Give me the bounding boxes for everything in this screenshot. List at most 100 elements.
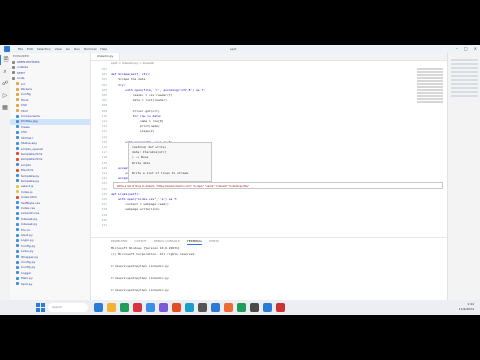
menu-view[interactable]: View <box>55 47 62 51</box>
tree-item-label: outside <box>17 65 29 70</box>
panel-tab-terminal[interactable]: TERMINAL <box>186 238 203 245</box>
taskbar-app-icon[interactable] <box>198 303 207 312</box>
file-icon <box>16 109 19 113</box>
taskbar-app-icon[interactable] <box>146 303 155 312</box>
menu-run[interactable]: Run <box>74 47 80 51</box>
file-icon <box>16 228 19 232</box>
tree-item-label: template.html <box>21 157 43 162</box>
file-icon <box>16 184 19 188</box>
tree-item-label: node <box>17 76 25 81</box>
file-icon <box>16 174 19 178</box>
file-icon <box>16 222 19 226</box>
run-debug-icon[interactable]: ▷ <box>0 91 10 101</box>
terminal-output[interactable]: Microsoft Windows [Version 10.0.22631] (c… <box>91 245 447 293</box>
windows-start-icon[interactable] <box>36 303 45 312</box>
tree-item-label: template.html <box>21 151 43 156</box>
file-icon <box>16 125 19 129</box>
tree-item-label: Profiles.jpg <box>21 119 38 124</box>
tree-item-label: OPEN EDITORS <box>17 60 40 64</box>
extensions-icon[interactable]: ▦ <box>0 103 10 113</box>
panel-tab-ports[interactable]: PORTS <box>209 238 219 245</box>
file-icon <box>16 271 19 275</box>
taskbar-app-icon[interactable] <box>250 303 259 312</box>
file-icon <box>16 249 19 253</box>
breadcrumb[interactable]: spot > linkedin.py > linkedin <box>91 61 447 66</box>
tree-item-label: CSV <box>21 103 28 108</box>
source-control-icon[interactable]: ☍ <box>0 79 10 89</box>
tree-item-label: Login.py <box>21 238 34 243</box>
editor-tab-active[interactable]: linkedin.py <box>91 53 121 60</box>
file-icon <box>16 119 19 123</box>
clock-date: 11/6/2024 <box>458 307 474 311</box>
file-icon <box>16 244 19 248</box>
desktop-screen: File Edit Selection View Go Run Terminal… <box>0 45 480 315</box>
inline-hint-strip: Write a list of lines to stream. "https:… <box>113 182 443 189</box>
file-icon <box>16 98 19 102</box>
tree-item-label: Components <box>21 114 40 119</box>
file-icon <box>16 201 19 205</box>
tree-item-label: Pro.cs <box>21 227 30 232</box>
file-tree: OPEN EDITORS outside SPOT node src Parsers Con… <box>10 60 90 287</box>
tree-item-label: Index.html <box>21 195 38 200</box>
system-tray[interactable]: 1:44 11/6/2024 <box>459 302 474 312</box>
menu-selection[interactable]: Selection <box>37 47 51 51</box>
taskbar-app-icon[interactable] <box>263 303 272 312</box>
panel-tab-debug-console[interactable]: DEBUG CONSOLE <box>154 238 180 245</box>
tree-item-label: CSV <box>21 130 28 135</box>
close-icon[interactable]: × <box>474 46 477 51</box>
explorer-header: EXPLORER <box>13 54 29 58</box>
minimize-icon[interactable]: – <box>456 46 458 51</box>
menu-terminal[interactable]: Terminal <box>84 47 97 51</box>
tree-item-label: scripts <box>21 162 31 167</box>
hover-tooltip: (method) def write( data: Iterable[str])… <box>128 142 212 182</box>
taskbar-app-icon[interactable] <box>185 303 194 312</box>
tree-item-label: Config.py <box>21 265 36 270</box>
terminal-line: C:\Users\spot>python linkedin.py <box>111 288 169 292</box>
tree-item-label: template.py <box>21 173 40 178</box>
file-icon <box>16 233 19 237</box>
search-icon[interactable]: ⌕ <box>0 67 10 77</box>
tree-item[interactable]: Spot.py <box>10 282 90 287</box>
minimap[interactable] <box>417 67 443 127</box>
tree-item-label: Interest.py <box>21 222 38 227</box>
file-icon <box>16 82 19 86</box>
menu-go[interactable]: Go <box>66 47 70 51</box>
panel-tab-output[interactable]: OUTPUT <box>134 238 146 245</box>
file-icon <box>16 163 19 167</box>
code-line: data = list(reader) <box>111 98 167 103</box>
taskbar-app-icon[interactable] <box>107 303 116 312</box>
menu-help[interactable]: Help <box>100 47 107 51</box>
taskbar-app-icon[interactable] <box>211 303 220 312</box>
taskbar-app-icon[interactable] <box>94 303 103 312</box>
menu-file[interactable]: File <box>18 47 23 51</box>
file-icon <box>16 147 19 150</box>
taskbar-app-icon[interactable] <box>133 303 142 312</box>
file-icon <box>16 276 19 280</box>
menu-edit[interactable]: Edit <box>27 47 33 51</box>
tree-item-label: file.html <box>21 168 34 173</box>
tree-item-label: Index.js <box>21 189 33 194</box>
tree-item-label: Index.css <box>21 205 35 210</box>
right-side-panel <box>447 53 480 307</box>
taskbar-app-icon[interactable] <box>276 303 285 312</box>
tree-item-label: template.py <box>21 178 40 183</box>
taskbar-app-icon[interactable] <box>224 303 233 312</box>
taskbar-app-icon[interactable] <box>159 303 168 312</box>
editor-area: linkedin.py spot > linkedin.py > linkedi… <box>91 53 447 308</box>
tree-item-label: Config <box>21 92 31 97</box>
file-icon <box>16 141 19 145</box>
file-icon <box>16 195 19 199</box>
taskbar-app-icon[interactable] <box>120 303 129 312</box>
file-icon <box>16 168 19 172</box>
tree-item-label: SPOT <box>17 70 25 75</box>
panel-tab-problems[interactable]: PROBLEMS <box>111 238 127 245</box>
taskbar-app-icon[interactable] <box>237 303 246 312</box>
maximize-icon[interactable]: □ <box>464 46 468 51</box>
file-icon <box>16 217 19 221</box>
file-icon <box>16 260 19 264</box>
taskbar-search[interactable]: Search <box>48 303 88 312</box>
taskbar-app-icon[interactable] <box>172 303 181 312</box>
taskbar-apps <box>94 303 285 312</box>
tree-item-label: scripts_openAI <box>21 146 43 151</box>
tree-item-label: Interest.py <box>21 216 38 221</box>
